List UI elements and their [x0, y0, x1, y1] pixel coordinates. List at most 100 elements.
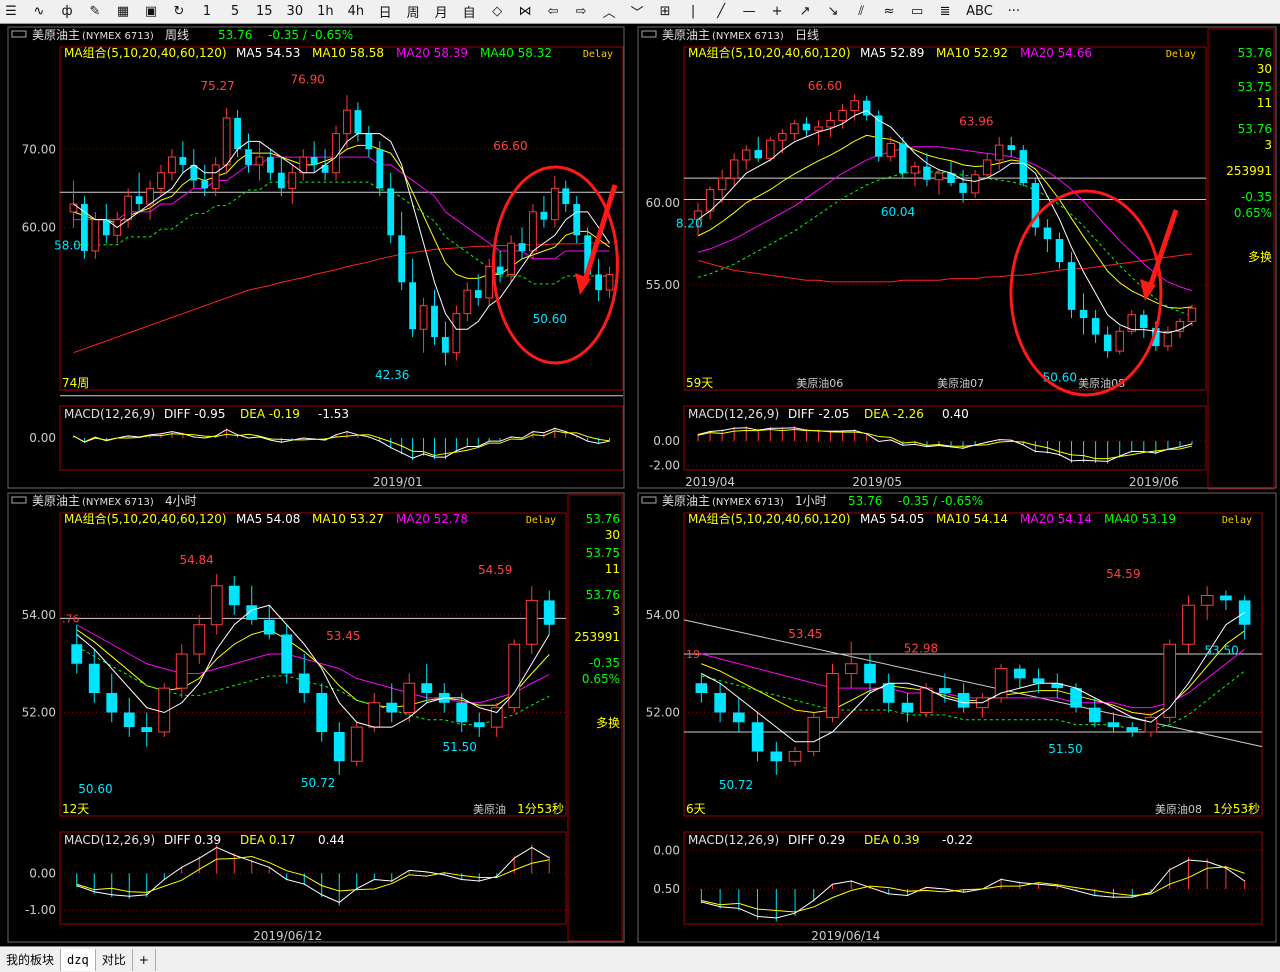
macd-dea: DEA 0.39: [864, 833, 920, 847]
list-icon[interactable]: ☰: [0, 1, 22, 23]
diag-line-icon[interactable]: ╱: [710, 1, 732, 23]
window-toggle-icon[interactable]: [11, 496, 27, 504]
candle: [343, 109, 351, 135]
bottom-tab-3[interactable]: +: [133, 948, 156, 971]
period-10-button[interactable]: 30: [283, 1, 308, 23]
candle: [1103, 334, 1112, 352]
ma-combo-label: MA组合(5,10,20,40,60,120): [688, 45, 851, 60]
plus-icon[interactable]: +: [766, 1, 788, 23]
daily-chart-svg[interactable]: 美原油主 (NYMEX 6713) 日线 MA组合(5,10,20,40,60,120…: [630, 25, 1280, 490]
channel-icon[interactable]: ⫽: [850, 1, 872, 23]
bottom-tab-2[interactable]: 对比: [96, 948, 133, 971]
ray-down-icon[interactable]: ↘: [822, 1, 844, 23]
arrow-right-icon[interactable]: ⇨: [570, 1, 592, 23]
macd-tick: 0.00: [653, 434, 680, 448]
hline-icon[interactable]: —: [738, 1, 760, 23]
refresh-icon[interactable]: ↻: [168, 1, 190, 23]
window-toggle-icon[interactable]: [641, 30, 657, 38]
chevron-up-icon[interactable]: ︿: [598, 1, 620, 23]
more-icon[interactable]: ···: [1003, 1, 1025, 23]
candle-icon[interactable]: ф: [56, 1, 78, 23]
window-toggle-icon[interactable]: [11, 30, 27, 38]
contract-label: 美原油08: [1155, 802, 1202, 816]
price-tick: 60.00: [22, 221, 56, 235]
period-14-button[interactable]: 周: [402, 1, 424, 23]
line-chart-icon[interactable]: ∿: [28, 1, 50, 23]
side-quote-value: 53.76: [586, 588, 620, 602]
symbol-name: 美原油主: [662, 28, 710, 42]
candle: [1126, 727, 1139, 732]
1h-chart-panel[interactable]: 美原油主 (NYMEX 6713) 1小时 53.76 -0.35 / -0.65% MA…: [630, 491, 1280, 944]
period-15-button[interactable]: 月: [430, 1, 452, 23]
period-13-button[interactable]: 日: [374, 1, 396, 23]
window-toggle-icon[interactable]: [641, 496, 657, 504]
diamond-icon[interactable]: ◇: [486, 1, 508, 23]
ma-combo-label: MA组合(5,10,20,40,60,120): [688, 511, 851, 526]
ma120-line: [73, 242, 610, 354]
delay-label: Delay: [1166, 49, 1196, 60]
bar-count-label: 59天: [686, 376, 713, 390]
candle: [474, 290, 482, 298]
candle: [1200, 595, 1214, 606]
ma10-line: [76, 629, 550, 709]
candle: [298, 673, 310, 693]
wave-icon[interactable]: ≈: [878, 1, 900, 23]
period-selector[interactable]: 周线: [165, 28, 189, 42]
period-selector[interactable]: 4小时: [165, 494, 197, 508]
h4-chart-svg[interactable]: 美原油主 (NYMEX 6713) 4小时 MA组合(5,10,20,40,60,12…: [0, 491, 628, 944]
h4-main-frame: [59, 512, 567, 817]
candle: [882, 683, 895, 703]
ma5-line: [76, 604, 550, 728]
macd-dea-line: [701, 866, 1245, 913]
candle: [778, 133, 787, 141]
period-12-button[interactable]: 4h: [344, 1, 369, 23]
symbol-code: (NYMEX 6713): [712, 497, 784, 508]
rect-icon[interactable]: ▭: [906, 1, 928, 23]
ray-icon[interactable]: ↗: [794, 1, 816, 23]
bottom-tab-0[interactable]: 我的板块: [0, 948, 62, 971]
save-icon[interactable]: ▣: [140, 1, 162, 23]
layout-icon[interactable]: ⊞: [654, 1, 676, 23]
period-7-button[interactable]: 1: [196, 1, 218, 23]
candle: [1007, 145, 1015, 151]
ma20-value: MA20 54.14: [1020, 512, 1092, 526]
period-16-button[interactable]: 自: [458, 1, 480, 23]
bowtie-icon[interactable]: ⋈: [514, 1, 536, 23]
weekly-chart-svg[interactable]: 美原油主 (NYMEX 6713) 周线 53.76 -0.35 / -0.65% MA组…: [0, 25, 628, 490]
candle: [1107, 722, 1120, 728]
vline-icon[interactable]: |: [682, 1, 704, 23]
h1-chart-svg[interactable]: 美原油主 (NYMEX 6713) 1小时 53.76 -0.35 / -0.65% MA…: [630, 491, 1280, 944]
date-label: 2019/06/14: [811, 929, 880, 943]
candle: [168, 156, 176, 174]
candle: [124, 195, 133, 221]
weekly-chart-panel[interactable]: 美原油主 (NYMEX 6713) 周线 53.76 -0.35 / -0.65% MA组…: [0, 25, 628, 490]
candle: [507, 242, 515, 275]
4h-chart-panel[interactable]: 美原油主 (NYMEX 6713) 4小时 MA组合(5,10,20,40,60,12…: [0, 491, 628, 944]
bottom-tab-1[interactable]: dzq: [61, 948, 96, 971]
daily-chart-panel[interactable]: 美原油主 (NYMEX 6713) 日线 MA组合(5,10,20,40,60,120…: [630, 25, 1280, 490]
ma40-value: MA40 58.32: [480, 46, 552, 60]
hline-label: .76: [62, 612, 80, 625]
chevron-down-icon[interactable]: ﹀: [626, 1, 648, 23]
text-icon[interactable]: ABC: [962, 1, 997, 23]
hand-icon[interactable]: ✎: [84, 1, 106, 23]
period-11-button[interactable]: 1h: [313, 1, 338, 23]
candle: [146, 187, 154, 205]
grid-icon[interactable]: ▦: [112, 1, 134, 23]
candle: [1115, 330, 1124, 352]
bottom-tab-bar: 我的板块 dzq 对比 +: [0, 946, 1280, 972]
period-selector[interactable]: 日线: [795, 28, 819, 42]
price-tick: 55.00: [646, 278, 680, 292]
arrow-left-icon[interactable]: ⇦: [542, 1, 564, 23]
candle: [210, 585, 223, 626]
fib-icon[interactable]: ≣: [934, 1, 956, 23]
period-9-button[interactable]: 15: [252, 1, 277, 23]
period-selector[interactable]: 1小时: [795, 494, 827, 508]
price-annotation: 63.96: [959, 115, 993, 129]
candle: [222, 117, 231, 166]
candle: [71, 644, 83, 664]
ma20-line: [76, 624, 550, 704]
price-annotation: 53.45: [788, 627, 822, 641]
candle: [368, 702, 381, 728]
period-8-button[interactable]: 5: [224, 1, 246, 23]
